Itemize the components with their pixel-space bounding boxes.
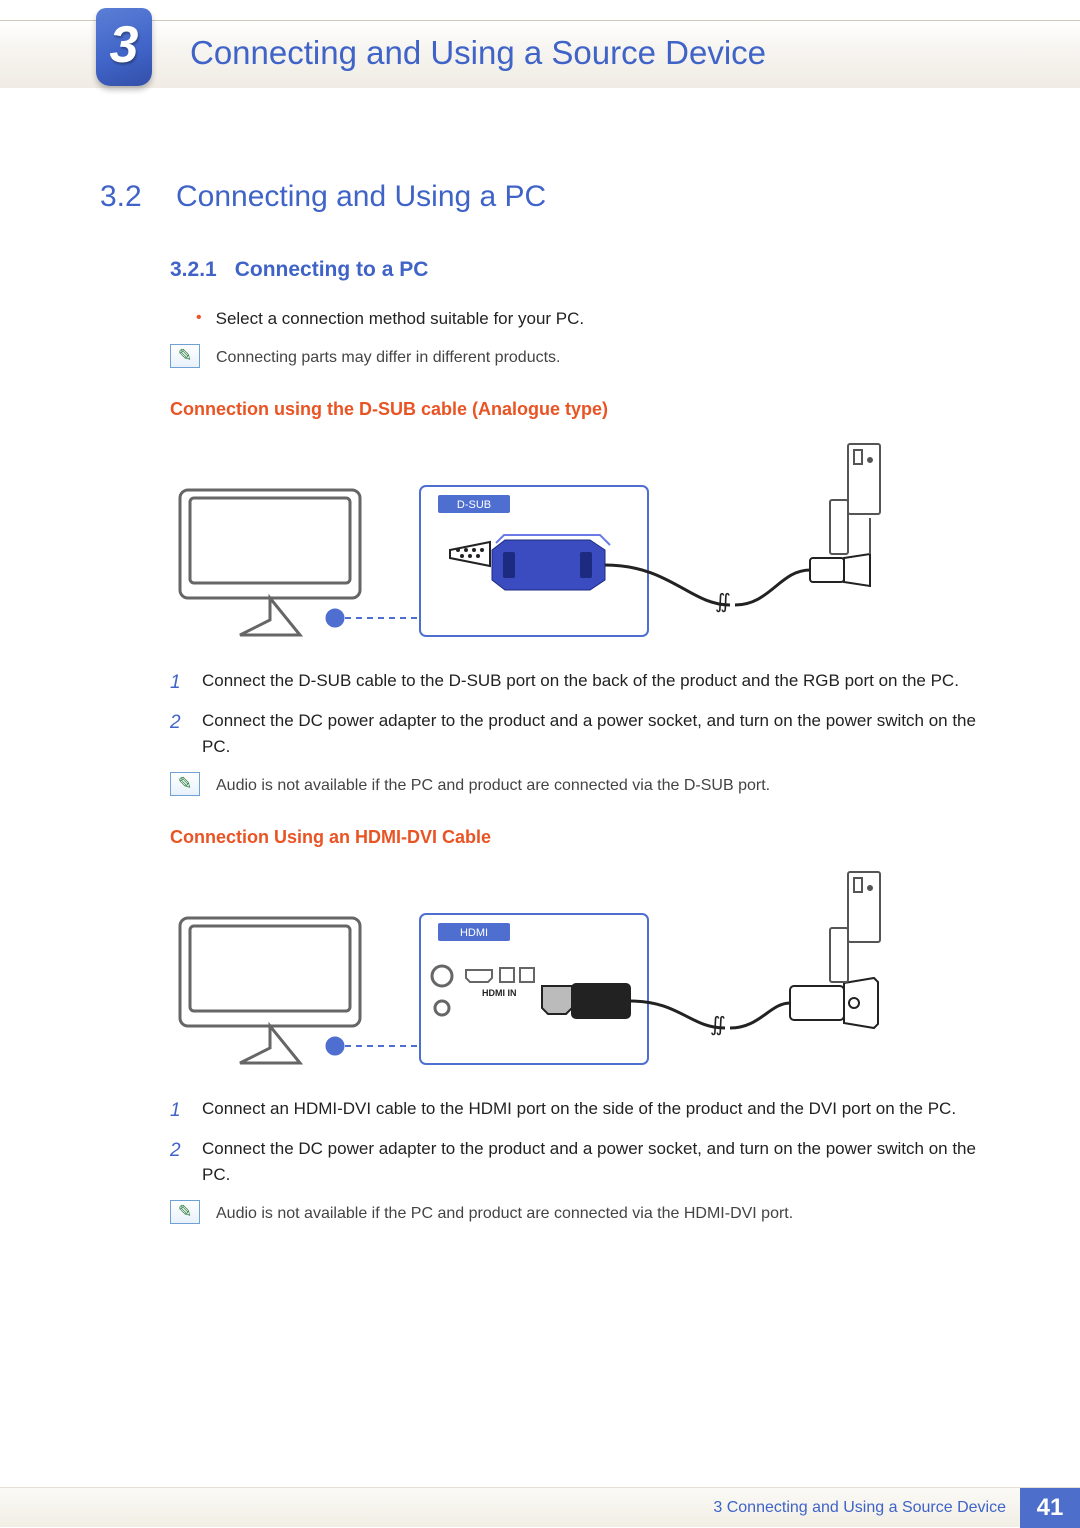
svg-text:∬: ∬: [710, 1014, 726, 1036]
note-text: Audio is not available if the PC and pro…: [216, 772, 770, 799]
hdmi-steps: 1 Connect an HDMI-DVI cable to the HDMI …: [170, 1096, 980, 1188]
hdmi-heading: Connection Using an HDMI-DVI Cable: [170, 827, 980, 848]
svg-text:HDMI: HDMI: [460, 927, 488, 939]
hdmi-note-block: Audio is not available if the PC and pro…: [170, 1200, 980, 1227]
note-icon: [170, 344, 200, 368]
svg-text:∬: ∬: [715, 591, 731, 613]
subsection-number: 3.2.1: [170, 258, 217, 282]
note-row: Connecting parts may differ in different…: [170, 344, 980, 371]
monitor-icon: [180, 490, 360, 635]
step-text: Connect an HDMI-DVI cable to the HDMI po…: [202, 1096, 956, 1125]
note-row: Audio is not available if the PC and pro…: [170, 1200, 980, 1227]
content-area: 3.2 Connecting and Using a PC 3.2.1 Conn…: [100, 180, 980, 1239]
hdmi-diagram: HDMI HDMI IN ∬: [170, 868, 890, 1078]
chapter-title: Connecting and Using a Source Device: [190, 34, 766, 72]
dsub-steps: 1 Connect the D-SUB cable to the D-SUB p…: [170, 668, 980, 760]
monitor-icon: [180, 918, 360, 1063]
step-item: 1 Connect the D-SUB cable to the D-SUB p…: [170, 668, 980, 697]
step-number: 2: [170, 708, 188, 761]
section-title: Connecting and Using a PC: [176, 180, 546, 214]
svg-text:D-SUB: D-SUB: [457, 499, 491, 511]
footer-page-number: 41: [1020, 1488, 1080, 1528]
step-text: Connect the DC power adapter to the prod…: [202, 708, 980, 761]
step-item: 2 Connect the DC power adapter to the pr…: [170, 1136, 980, 1189]
chapter-number: 3: [110, 15, 139, 75]
dsub-note-block: Audio is not available if the PC and pro…: [170, 772, 980, 799]
step-number: 2: [170, 1136, 188, 1189]
step-number: 1: [170, 668, 188, 697]
pc-tower-icon: [830, 872, 880, 982]
page: 3 Connecting and Using a Source Device 3…: [0, 0, 1080, 1527]
step-item: 1 Connect an HDMI-DVI cable to the HDMI …: [170, 1096, 980, 1125]
subsection-title: Connecting to a PC: [235, 258, 429, 282]
intro-block: • Select a connection method suitable fo…: [170, 306, 980, 371]
page-footer: 3 Connecting and Using a Source Device 4…: [0, 1487, 1080, 1527]
subsection-heading: 3.2.1 Connecting to a PC: [170, 258, 980, 282]
footer-text: 3 Connecting and Using a Source Device: [713, 1499, 1006, 1517]
note-text: Connecting parts may differ in different…: [216, 344, 560, 371]
section-number: 3.2: [100, 180, 152, 214]
bullet-text: Select a connection method suitable for …: [216, 306, 585, 332]
svg-text:HDMI IN: HDMI IN: [482, 988, 517, 998]
dsub-diagram: D-SUB ∬: [170, 440, 890, 650]
dsub-heading: Connection using the D-SUB cable (Analog…: [170, 399, 980, 420]
note-icon: [170, 772, 200, 796]
bullet-item: • Select a connection method suitable fo…: [170, 306, 980, 332]
pc-tower-icon: [830, 444, 880, 554]
bullet-dot: •: [196, 306, 202, 332]
section-heading: 3.2 Connecting and Using a PC: [100, 180, 980, 214]
step-number: 1: [170, 1096, 188, 1125]
step-item: 2 Connect the DC power adapter to the pr…: [170, 708, 980, 761]
note-icon: [170, 1200, 200, 1224]
step-text: Connect the D-SUB cable to the D-SUB por…: [202, 668, 959, 697]
chapter-badge: 3: [96, 8, 152, 86]
note-row: Audio is not available if the PC and pro…: [170, 772, 980, 799]
step-text: Connect the DC power adapter to the prod…: [202, 1136, 980, 1189]
note-text: Audio is not available if the PC and pro…: [216, 1200, 793, 1227]
